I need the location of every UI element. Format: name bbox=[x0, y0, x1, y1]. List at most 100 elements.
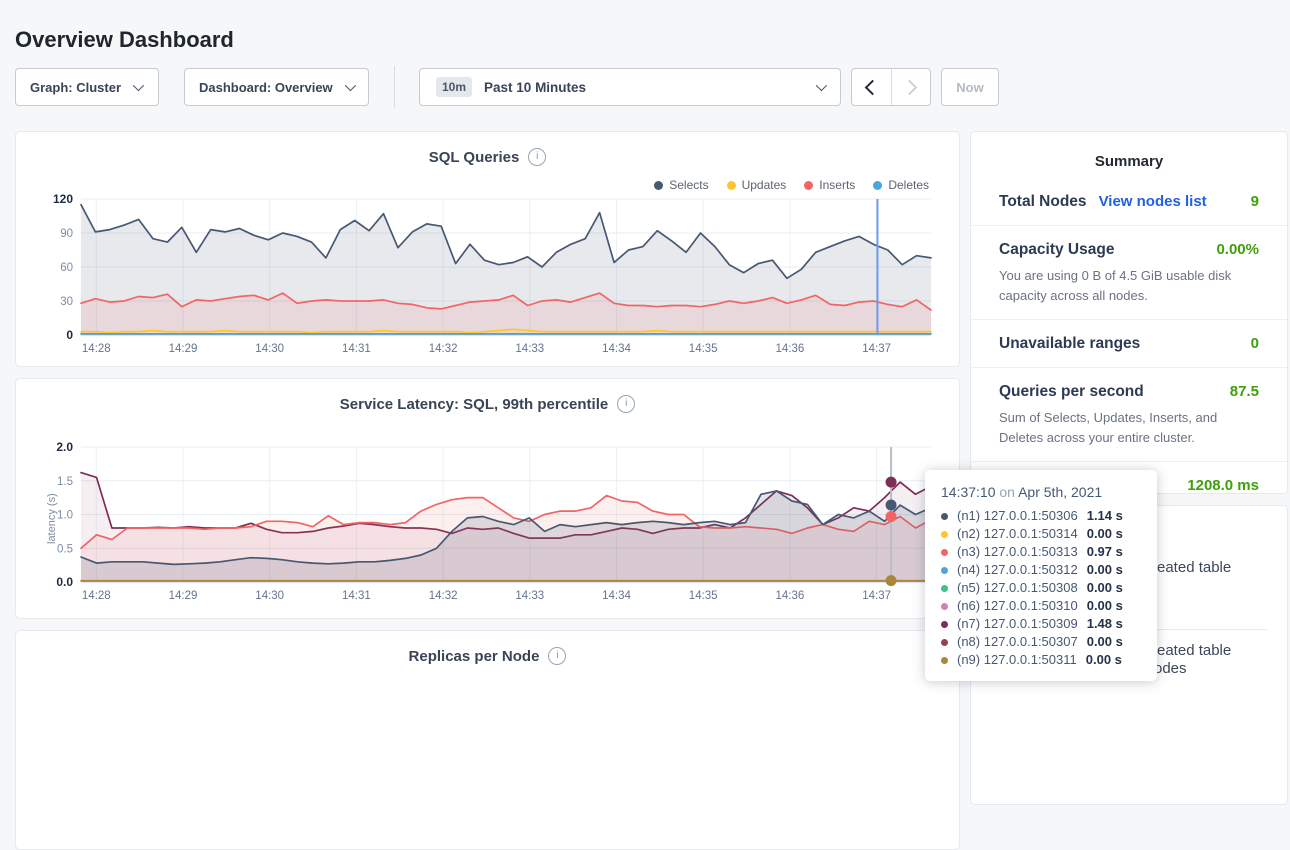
tooltip-date: Apr 5th, 2021 bbox=[1018, 484, 1102, 500]
time-range-picker[interactable]: 10m Past 10 Minutes bbox=[419, 68, 841, 106]
chevron-down-icon bbox=[816, 80, 827, 91]
summary-title: Summary bbox=[971, 132, 1287, 178]
tooltip-rows: (n1) 127.0.0.1:503061.14 s(n2) 127.0.0.1… bbox=[941, 507, 1143, 669]
event-text-fragment: odes bbox=[1154, 660, 1187, 677]
x-axis-tick: 14:36 bbox=[776, 343, 805, 355]
y-axis-tick: 0.0 bbox=[56, 575, 73, 589]
time-step-buttons bbox=[851, 68, 931, 106]
chevron-down-icon bbox=[133, 80, 144, 91]
tooltip-row: (n9) 127.0.0.1:503110.00 s bbox=[941, 651, 1143, 669]
tooltip-node-latency: 0.00 s bbox=[1086, 651, 1122, 669]
now-button[interactable]: Now bbox=[941, 68, 999, 106]
tooltip-timestamp: 14:37:10 on Apr 5th, 2021 bbox=[941, 484, 1143, 500]
node-color-dot-icon bbox=[941, 585, 948, 592]
info-icon[interactable]: i bbox=[617, 395, 635, 413]
x-axis-tick: 14:35 bbox=[689, 343, 718, 355]
chart-title: Service Latency: SQL, 99th percentile bbox=[340, 396, 608, 413]
x-axis-tick: 14:28 bbox=[82, 343, 111, 355]
replicas-per-node-card: Replicas per Node i bbox=[15, 630, 960, 850]
x-axis-tick: 14:30 bbox=[255, 590, 284, 602]
summary-label: Queries per second bbox=[999, 383, 1144, 401]
summary-panel: Summary Total Nodes View nodes list 9 Ca… bbox=[970, 131, 1288, 494]
tooltip-node-address: (n5) 127.0.0.1:50308 bbox=[957, 579, 1078, 597]
node-color-dot-icon bbox=[941, 603, 948, 610]
summary-value: 0.00% bbox=[1216, 241, 1259, 258]
node-color-dot-icon bbox=[941, 531, 948, 538]
y-axis-tick: 1.5 bbox=[57, 476, 73, 488]
view-nodes-list-link[interactable]: View nodes list bbox=[1099, 193, 1207, 210]
x-axis-tick: 14:32 bbox=[429, 590, 458, 602]
tooltip-row: (n7) 127.0.0.1:50309 1.48 s bbox=[941, 615, 1143, 633]
node-color-dot-icon bbox=[941, 567, 948, 574]
tooltip-node-latency: 1.48 s bbox=[1087, 615, 1123, 633]
x-axis-tick: 14:31 bbox=[342, 343, 371, 355]
controls-divider bbox=[394, 66, 395, 108]
tooltip-row: (n3) 127.0.0.1:503130.97 s bbox=[941, 543, 1143, 561]
y-axis-tick: 120 bbox=[53, 192, 73, 206]
y-axis-tick: 0.5 bbox=[57, 543, 73, 555]
tooltip-node-address: (n4) 127.0.0.1:50312 bbox=[957, 561, 1078, 579]
summary-label: Total Nodes bbox=[999, 193, 1087, 211]
node-color-dot-icon bbox=[941, 639, 948, 646]
service-latency-card: Service Latency: SQL, 99th percentile i … bbox=[15, 378, 960, 619]
sql-queries-card: SQL Queries i SelectsUpdatesInsertsDelet… bbox=[15, 131, 960, 367]
tooltip-row: (n6) 127.0.0.1:50310 0.00 s bbox=[941, 597, 1143, 615]
y-axis-tick: 0 bbox=[66, 328, 73, 342]
y-axis-tick: 60 bbox=[60, 262, 73, 274]
dashboard-dropdown[interactable]: Dashboard: Overview bbox=[184, 68, 369, 106]
x-axis-tick: 14:30 bbox=[255, 343, 284, 355]
y-axis-tick: 90 bbox=[60, 228, 73, 240]
tooltip-node-address: (n6) 127.0.0.1:50310 bbox=[957, 597, 1078, 615]
tooltip-row: (n5) 127.0.0.1:50308 0.00 s bbox=[941, 579, 1143, 597]
info-icon[interactable]: i bbox=[548, 647, 566, 665]
tooltip-row: (n4) 127.0.0.1:50312 0.00 s bbox=[941, 561, 1143, 579]
x-axis-tick: 14:36 bbox=[776, 590, 805, 602]
next-time-button[interactable] bbox=[891, 69, 931, 105]
chart-title: SQL Queries bbox=[429, 149, 520, 166]
crosshair-dot bbox=[886, 511, 897, 522]
time-range-badge: 10m bbox=[436, 77, 472, 97]
x-axis-tick: 14:35 bbox=[689, 590, 718, 602]
chevron-down-icon bbox=[344, 80, 355, 91]
service-latency-chart[interactable]: 14:2814:2914:3014:3114:3214:3314:3414:35… bbox=[16, 435, 959, 611]
tooltip-node-latency: 0.00 s bbox=[1087, 525, 1123, 543]
tooltip-node-address: (n3) 127.0.0.1:50313 bbox=[957, 543, 1078, 561]
x-axis-tick: 14:33 bbox=[515, 343, 544, 355]
chart-title: Replicas per Node bbox=[409, 648, 540, 665]
chart-hover-tooltip: 14:37:10 on Apr 5th, 2021 (n1) 127.0.0.1… bbox=[925, 470, 1157, 681]
x-axis-tick: 14:34 bbox=[602, 590, 631, 602]
tooltip-node-latency: 0.00 s bbox=[1087, 633, 1123, 651]
tooltip-node-address: (n2) 127.0.0.1:50314 bbox=[957, 525, 1078, 543]
tooltip-node-latency: 0.00 s bbox=[1087, 579, 1123, 597]
summary-value: 1208.0 ms bbox=[1187, 477, 1259, 494]
x-axis-tick: 14:29 bbox=[169, 590, 198, 602]
summary-row-unavailable-ranges: Unavailable ranges 0 bbox=[971, 319, 1287, 367]
time-range-label: Past 10 Minutes bbox=[484, 80, 586, 95]
dashboard-dropdown-label: Dashboard: Overview bbox=[199, 80, 333, 95]
prev-time-button[interactable] bbox=[852, 69, 891, 105]
crosshair-dot bbox=[886, 500, 897, 511]
tooltip-node-latency: 0.00 s bbox=[1087, 597, 1123, 615]
tooltip-time: 14:37:10 bbox=[941, 484, 996, 500]
info-icon[interactable]: i bbox=[528, 148, 546, 166]
summary-caption: You are using 0 B of 4.5 GiB usable disk… bbox=[999, 266, 1259, 305]
tooltip-node-address: (n7) 127.0.0.1:50309 bbox=[957, 615, 1078, 633]
y-axis-tick: 2.0 bbox=[56, 440, 73, 454]
sql-queries-chart[interactable]: 14:2814:2914:3014:3114:3214:3314:3414:35… bbox=[16, 188, 959, 364]
chevron-left-icon bbox=[865, 79, 881, 95]
summary-caption: Sum of Selects, Updates, Inserts, and De… bbox=[999, 408, 1259, 447]
tooltip-node-address: (n1) 127.0.0.1:50306 bbox=[957, 507, 1078, 525]
tooltip-row: (n1) 127.0.0.1:503061.14 s bbox=[941, 507, 1143, 525]
now-button-label: Now bbox=[956, 80, 983, 95]
summary-value: 87.5 bbox=[1230, 383, 1259, 400]
tooltip-node-address: (n8) 127.0.0.1:50307 bbox=[957, 633, 1078, 651]
event-text-fragment: eated table bbox=[1157, 642, 1231, 659]
y-axis-tick: 30 bbox=[60, 296, 73, 308]
x-axis-tick: 14:28 bbox=[82, 590, 111, 602]
crosshair-dot bbox=[886, 575, 897, 586]
tooltip-node-latency: 0.00 s bbox=[1087, 561, 1123, 579]
x-axis-tick: 14:29 bbox=[169, 343, 198, 355]
crosshair-dot bbox=[886, 477, 897, 488]
graph-dropdown[interactable]: Graph: Cluster bbox=[15, 68, 159, 106]
summary-value: 9 bbox=[1251, 193, 1259, 210]
